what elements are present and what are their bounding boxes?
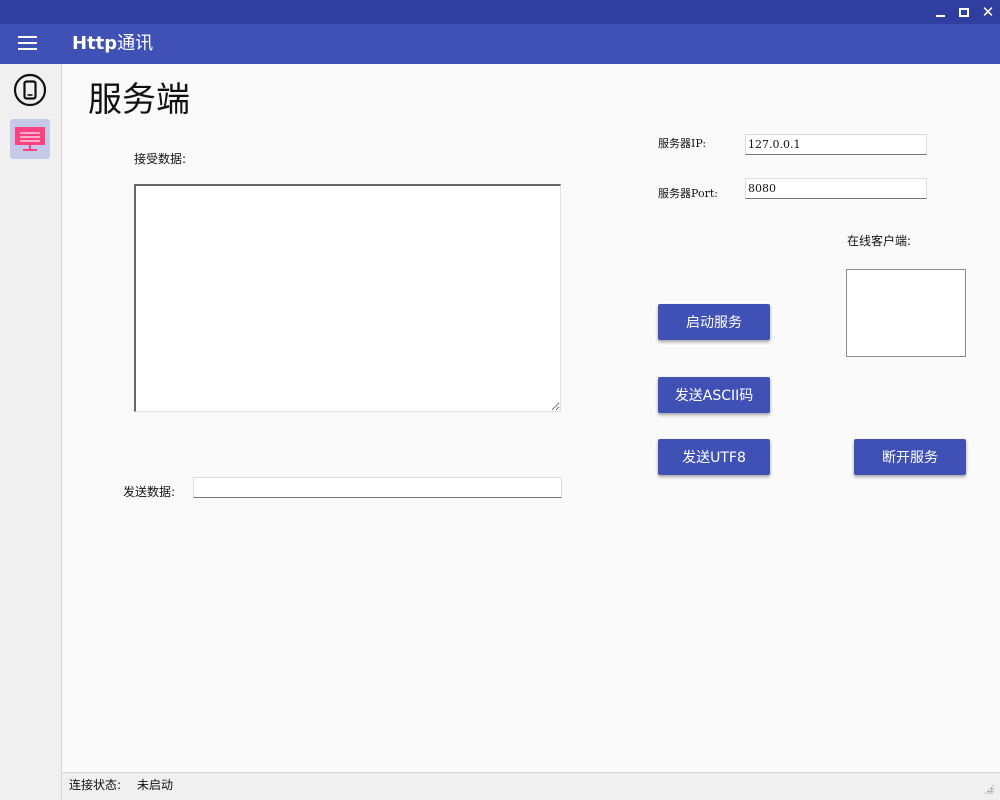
send-label: 发送数据: (123, 485, 176, 499)
app-title: Http通讯 (72, 32, 153, 56)
sidebar-item-client[interactable] (10, 70, 50, 110)
resize-grip-icon[interactable] (984, 784, 994, 794)
close-icon: ✕ (981, 3, 995, 21)
server-port-input[interactable] (745, 178, 927, 199)
stop-service-button[interactable]: 断开服务 (854, 439, 966, 475)
receive-label: 接受数据: (134, 152, 187, 166)
close-button[interactable]: ✕ (976, 0, 1000, 24)
app-bar: Http通讯 (0, 24, 1000, 64)
connection-status-label: 连接状态: (69, 778, 122, 792)
server-ip-input[interactable] (745, 134, 927, 155)
hamburger-menu-button[interactable] (18, 35, 40, 53)
hamburger-icon (18, 36, 37, 38)
maximize-button[interactable] (952, 0, 976, 24)
smartphone-icon (13, 73, 47, 107)
main-content (62, 64, 1000, 772)
online-clients-label: 在线客户端: (847, 234, 912, 248)
app-title-cjk: 通讯 (117, 33, 154, 54)
send-ascii-button[interactable]: 发送ASCII码 (658, 377, 770, 413)
minimize-icon (935, 15, 945, 17)
send-utf8-button[interactable]: 发送UTF8 (658, 439, 770, 475)
sidebar-item-server[interactable] (10, 119, 50, 159)
maximize-icon (959, 7, 969, 17)
receive-data-textarea[interactable] (134, 184, 561, 412)
window-titlebar: ✕ (0, 0, 1000, 24)
connection-status-value: 未启动 (137, 778, 174, 792)
minimize-button[interactable] (928, 0, 952, 24)
server-ip-label: 服务器IP: (658, 137, 707, 150)
page-title: 服务端 (88, 80, 190, 120)
online-clients-list[interactable] (846, 269, 966, 357)
start-service-button[interactable]: 启动服务 (658, 304, 770, 340)
app-title-latin: Http (72, 33, 118, 54)
server-port-label: 服务器Port: (658, 187, 718, 200)
send-data-input[interactable] (193, 477, 562, 498)
sidebar (0, 64, 62, 800)
status-bar: 连接状态: 未启动 (62, 772, 1000, 800)
monitor-icon (15, 127, 45, 151)
